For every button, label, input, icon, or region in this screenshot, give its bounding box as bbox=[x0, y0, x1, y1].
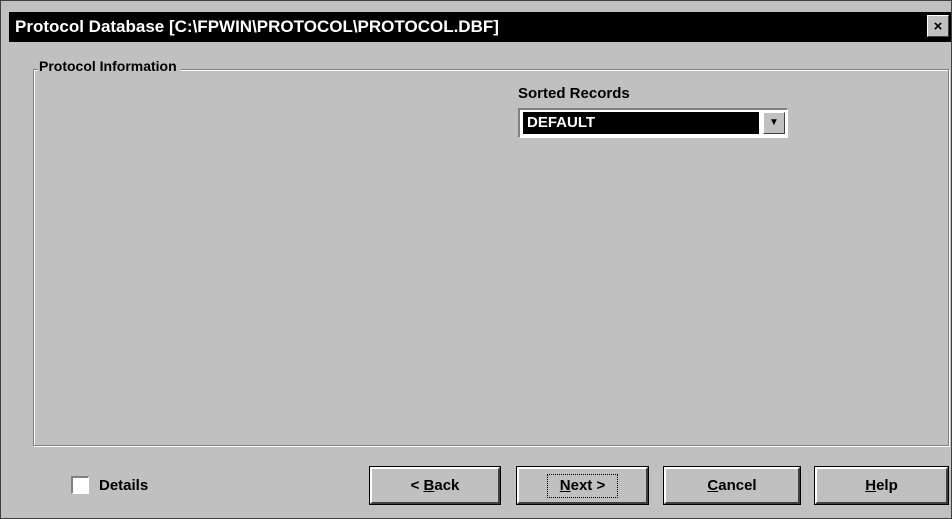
next-focus-ring: Next > bbox=[546, 474, 619, 498]
details-checkbox[interactable] bbox=[71, 476, 89, 494]
back-rest: ack bbox=[434, 477, 460, 494]
details-label[interactable]: Details bbox=[99, 477, 148, 494]
help-mnemonic: H bbox=[865, 477, 877, 494]
back-button[interactable]: < Back bbox=[369, 466, 501, 505]
window-title: Protocol Database [C:\FPWIN\PROTOCOL\PRO… bbox=[15, 17, 499, 36]
cancel-mnemonic: C bbox=[707, 477, 719, 494]
protocol-database-dialog: Protocol Database [C:\FPWIN\PROTOCOL\PRO… bbox=[0, 0, 952, 519]
title-bar[interactable]: Protocol Database [C:\FPWIN\PROTOCOL\PRO… bbox=[9, 12, 951, 42]
chevron-down-icon[interactable]: ▼ bbox=[763, 112, 785, 134]
next-rest: ext > bbox=[570, 477, 606, 494]
back-mnemonic: B bbox=[423, 477, 435, 494]
back-prefix: < bbox=[410, 477, 424, 494]
group-legend: Protocol Information bbox=[37, 58, 181, 74]
sorted-records-label: Sorted Records bbox=[518, 85, 630, 102]
details-option[interactable]: Details bbox=[71, 474, 148, 496]
next-mnemonic: N bbox=[559, 477, 571, 494]
help-rest: elp bbox=[876, 477, 898, 494]
protocol-information-group bbox=[33, 69, 949, 446]
sorted-records-value[interactable]: DEFAULT bbox=[523, 112, 759, 134]
close-icon[interactable]: × bbox=[927, 15, 949, 37]
help-button[interactable]: Help bbox=[814, 466, 949, 505]
next-button[interactable]: Next > bbox=[516, 466, 649, 505]
cancel-button[interactable]: Cancel bbox=[663, 466, 801, 505]
sorted-records-dropdown[interactable]: DEFAULT ▼ bbox=[518, 108, 788, 138]
cancel-rest: ancel bbox=[718, 477, 757, 494]
